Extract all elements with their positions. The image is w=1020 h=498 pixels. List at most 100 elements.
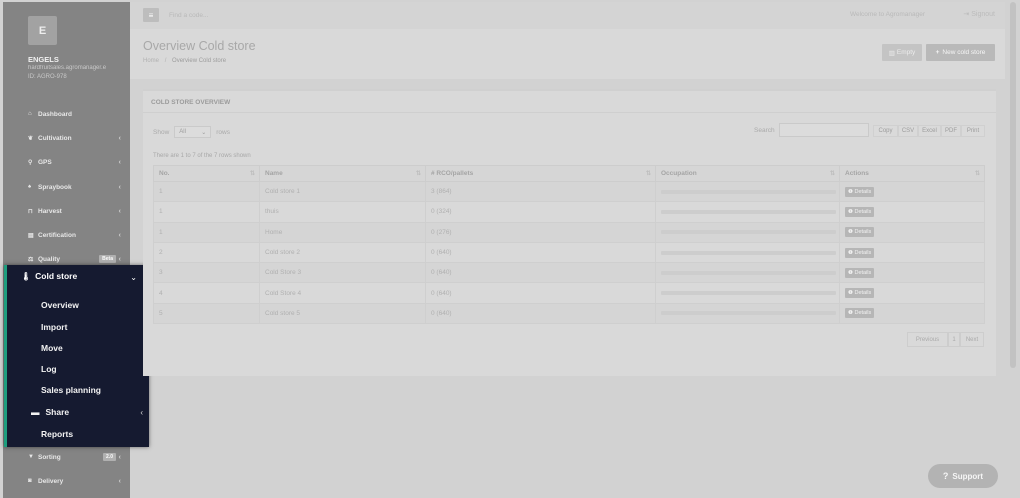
details-button[interactable]: ❶ Details bbox=[845, 288, 875, 299]
column-header-name[interactable]: Name ⇅ bbox=[259, 165, 426, 182]
submenu-item-overview[interactable]: Overview bbox=[41, 300, 79, 310]
sidebar-item-certification[interactable]: ▤ Certification ‹ bbox=[3, 223, 130, 247]
details-label: Details bbox=[854, 188, 872, 195]
occupation-bar bbox=[661, 311, 836, 316]
submenu-item-sales-planning[interactable]: Sales planning bbox=[41, 385, 101, 395]
cell-occupation bbox=[655, 201, 840, 223]
sidebar-item-label: Certification bbox=[38, 231, 76, 239]
info-icon: ❶ bbox=[848, 229, 853, 236]
chevron-left-icon: ‹ bbox=[118, 134, 121, 142]
details-button[interactable]: ❶ Details bbox=[845, 308, 875, 319]
chevron-down-icon: ⌄ bbox=[201, 129, 207, 136]
copy-button[interactable]: Copy bbox=[873, 125, 898, 137]
empty-button[interactable]: ▥ Empty bbox=[882, 44, 922, 61]
user-email: hardfruitsales.agromanager.e bbox=[28, 65, 107, 71]
sidebar-item-spraybook[interactable]: ♠ Spraybook ‹ bbox=[3, 175, 130, 199]
cell-occupation bbox=[655, 180, 840, 203]
cell-pallets: 3 (864) bbox=[425, 180, 656, 203]
column-header-label: # RCO/pallets bbox=[431, 170, 474, 177]
sidebar-item-label: Sorting bbox=[38, 453, 61, 461]
pdf-button[interactable]: PDF bbox=[941, 125, 961, 137]
code-search-input[interactable]: Find a code... bbox=[169, 12, 208, 19]
sidebar-item-harvest[interactable]: ⊓ Harvest ‹ bbox=[3, 199, 130, 223]
column-header-occupation[interactable]: Occupation ⇅ bbox=[655, 165, 840, 182]
avatar[interactable]: E bbox=[28, 16, 57, 45]
hamburger-menu-button[interactable]: ≡ bbox=[143, 8, 159, 22]
cell-name: Cold store 5 bbox=[259, 302, 426, 325]
cell-name: Cold Store 3 bbox=[259, 262, 426, 284]
divider bbox=[143, 112, 996, 113]
occupation-bar bbox=[661, 209, 836, 214]
column-header-no[interactable]: No. ⇅ bbox=[153, 165, 260, 182]
print-button[interactable]: Print bbox=[961, 125, 985, 137]
welcome-text: Welcome to Agromanager bbox=[849, 11, 925, 18]
submenu-item-move[interactable]: Move bbox=[41, 343, 63, 353]
submenu-item-share[interactable]: ▬ Share bbox=[31, 407, 69, 417]
folder-icon: ▬ bbox=[31, 407, 40, 417]
table-row: 1 Home 0 (276) ❶ Details bbox=[153, 221, 985, 243]
sidebar-item-label: Delivery bbox=[38, 477, 64, 485]
submenu-item-log[interactable]: Log bbox=[41, 364, 57, 374]
sidebar-item-label: Dashboard bbox=[38, 110, 72, 118]
chevron-down-icon[interactable]: ⌄ bbox=[130, 273, 137, 282]
chevron-left-icon: ‹ bbox=[118, 158, 121, 166]
empty-button-label: Empty bbox=[896, 49, 916, 56]
sidebar-item-sorting[interactable]: ▼ Sorting 2.0 ‹ bbox=[3, 445, 130, 469]
csv-button[interactable]: CSV bbox=[898, 125, 918, 137]
table-info: There are 1 to 7 of the 7 rows shown bbox=[153, 153, 251, 159]
column-header-pallets[interactable]: # RCO/pallets ⇅ bbox=[425, 165, 656, 182]
truck-icon: ◙ bbox=[28, 478, 32, 484]
occupation-bar bbox=[661, 189, 836, 194]
signout-link[interactable]: ⇥ Signout bbox=[963, 10, 995, 18]
pager-next[interactable]: Next bbox=[960, 332, 984, 347]
support-label: Support bbox=[952, 471, 984, 481]
show-label: Show bbox=[153, 128, 170, 136]
leaf-icon: ❦ bbox=[28, 135, 34, 142]
pager-page-1[interactable]: 1 bbox=[948, 332, 960, 347]
submenu-item-import[interactable]: Import bbox=[41, 322, 67, 332]
details-button[interactable]: ❶ Details bbox=[845, 227, 875, 238]
cell-actions: ❶ Details bbox=[839, 221, 985, 243]
cell-actions: ❶ Details bbox=[839, 262, 985, 284]
cell-actions: ❶ Details bbox=[839, 180, 985, 203]
page-length-value: All bbox=[179, 129, 186, 135]
pager-previous[interactable]: Previous bbox=[907, 332, 948, 347]
sidebar-item-gps[interactable]: ⚲ GPS ‹ bbox=[3, 150, 130, 174]
submenu-header-cold-store[interactable]: 🌡 Cold store bbox=[21, 271, 77, 281]
table-row: 1 thuis 0 (324) ❶ Details bbox=[153, 201, 985, 223]
page-length-select[interactable]: All ⌄ bbox=[174, 126, 212, 138]
page-scrollbar[interactable] bbox=[1010, 2, 1016, 368]
signout-icon: ⇥ bbox=[963, 11, 970, 18]
sidebar-item-delivery[interactable]: ◙ Delivery ‹ bbox=[3, 469, 130, 493]
details-button[interactable]: ❶ Details bbox=[845, 206, 875, 217]
cell-actions: ❶ Details bbox=[839, 302, 985, 325]
thermometer-icon: 🌡 bbox=[21, 271, 32, 281]
column-header-label: Actions bbox=[845, 170, 869, 177]
cold-store-submenu: 🌡 Cold store ⌄ Overview Import Move Log … bbox=[4, 265, 149, 447]
sort-icon: ⇅ bbox=[829, 171, 835, 177]
occupation-bar bbox=[661, 291, 836, 296]
sidebar-item-dashboard[interactable]: ⌂ Dashboard bbox=[3, 102, 130, 126]
sidebar-item-label: GPS bbox=[38, 158, 52, 166]
cell-actions: ❶ Details bbox=[839, 282, 985, 304]
breadcrumb-home[interactable]: Home bbox=[143, 58, 159, 64]
column-header-actions[interactable]: Actions ⇅ bbox=[839, 165, 985, 182]
sort-icon: ⇅ bbox=[974, 171, 980, 177]
submenu-item-reports[interactable]: Reports bbox=[41, 429, 73, 439]
details-button[interactable]: ❶ Details bbox=[845, 186, 875, 197]
details-label: Details bbox=[854, 249, 872, 256]
support-button[interactable]: ? Support bbox=[928, 464, 998, 488]
cell-pallets: 0 (324) bbox=[425, 201, 656, 223]
sidebar-item-cultivation[interactable]: ❦ Cultivation ‹ bbox=[3, 126, 130, 150]
cell-occupation bbox=[655, 262, 840, 284]
excel-button[interactable]: Excel bbox=[918, 125, 941, 137]
submenu-title: Cold store bbox=[35, 271, 78, 281]
details-button[interactable]: ❶ Details bbox=[845, 267, 875, 278]
breadcrumb: Home / Overview Cold store bbox=[143, 58, 226, 64]
table-search-input[interactable] bbox=[779, 123, 869, 137]
cell-no: 5 bbox=[153, 302, 260, 325]
details-button[interactable]: ❶ Details bbox=[845, 247, 875, 258]
map-pin-icon: ⚲ bbox=[28, 159, 33, 166]
cell-occupation bbox=[655, 302, 840, 325]
new-cold-store-button[interactable]: + New cold store bbox=[926, 44, 995, 61]
